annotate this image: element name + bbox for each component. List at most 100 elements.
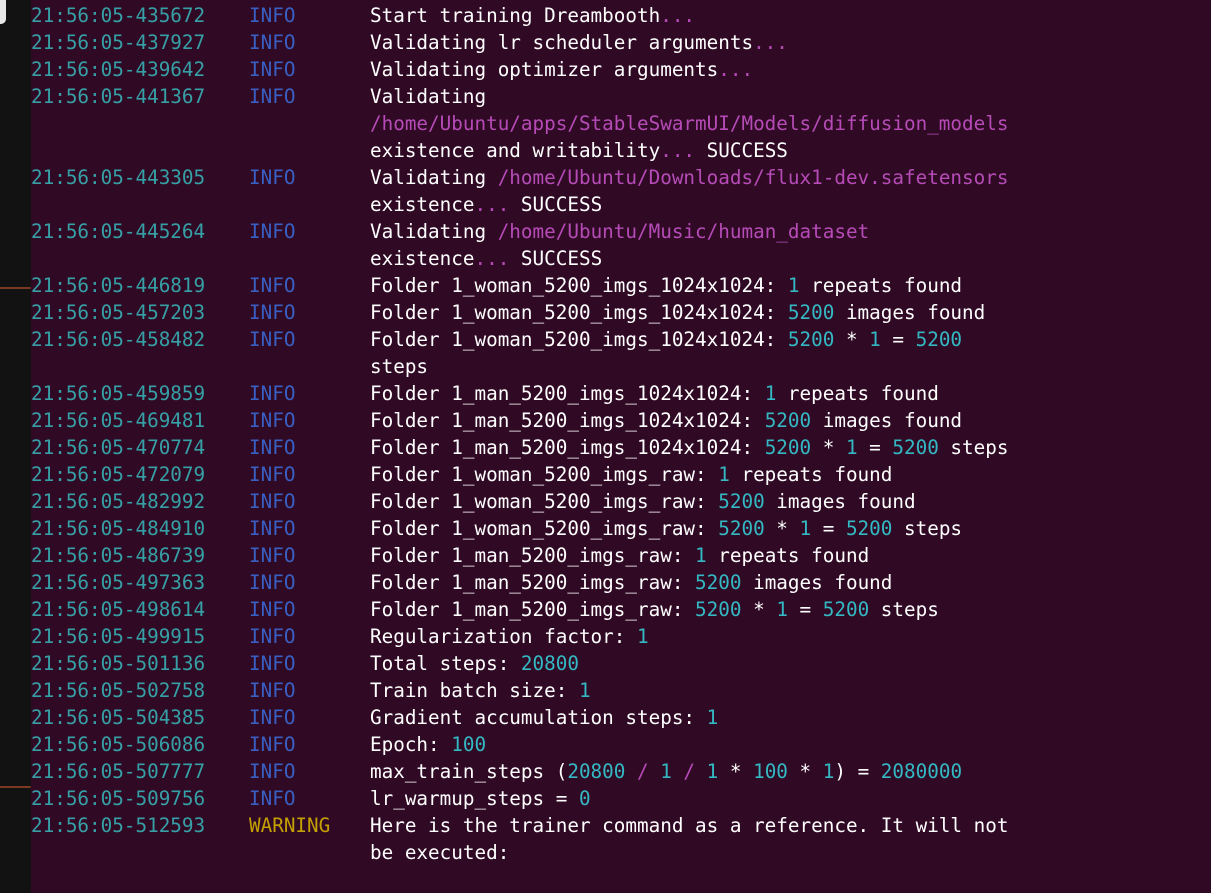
numeric-value: 0: [578, 787, 591, 810]
message-text: *: [834, 328, 870, 351]
numeric-value: 1: [695, 544, 707, 567]
message-text: SUCCESS: [509, 247, 603, 270]
log-entry: 21:56:05-458482 INFO Folder 1_woman_5200_i…: [31, 326, 1211, 380]
log-message-line: Validating lr scheduler arguments...: [370, 29, 1170, 56]
log-timestamp: 21:56:05-457203: [31, 301, 206, 324]
numeric-value: 20800: [567, 760, 626, 783]
numeric-value: 5200: [695, 598, 742, 621]
message-text: repeats found: [729, 463, 893, 486]
numeric-value: 100: [753, 760, 788, 783]
terminal-output[interactable]: 21:56:05-435672 INFO Start training Dreamb…: [31, 0, 1211, 893]
log-timestamp: 21:56:05-446819: [31, 274, 206, 297]
scroll-marker: [0, 287, 31, 289]
log-message: Validating optimizer arguments...: [370, 56, 1170, 83]
log-message: Start training Dreambooth...: [370, 2, 1170, 29]
numeric-value: 2080000: [880, 760, 963, 783]
message-text: Validating optimizer arguments: [370, 58, 719, 81]
log-message: Folder 1_woman_5200_imgs_1024x1024: 1 re…: [370, 272, 1170, 299]
numeric-value: 5200: [695, 571, 742, 594]
log-timestamp: 21:56:05-509756: [31, 787, 206, 810]
log-level: INFO: [249, 4, 296, 27]
message-text: Train batch size:: [370, 679, 579, 702]
log-timestamp: 21:56:05-445264: [31, 220, 206, 243]
log-message-line: Folder 1_woman_5200_imgs_1024x1024: 5200…: [370, 299, 1170, 326]
log-message-line: Total steps: 20800: [370, 650, 1170, 677]
log-message-line: Start training Dreambooth...: [370, 2, 1170, 29]
log-timestamp: 21:56:05-502758: [31, 679, 206, 702]
log-timestamp: 21:56:05-439642: [31, 58, 206, 81]
message-text: images found: [741, 571, 893, 594]
log-timestamp: 21:56:05-501136: [31, 652, 206, 675]
log-message-line: Folder 1_woman_5200_imgs_1024x1024: 1 re…: [370, 272, 1170, 299]
log-entry: 21:56:05-498614 INFO Folder 1_man_5200_img…: [31, 596, 1211, 623]
log-message: lr_warmup_steps = 0: [370, 785, 1170, 812]
numeric-value: 5200: [718, 517, 765, 540]
message-text: ...: [474, 247, 510, 270]
message-text: Folder 1_woman_5200_imgs_1024x1024:: [370, 274, 788, 297]
log-entry: 21:56:05-512593 WARNING Here is the traine…: [31, 812, 1211, 866]
log-entry: 21:56:05-459859 INFO Folder 1_man_5200_img…: [31, 380, 1211, 407]
message-text: Folder 1_woman_5200_imgs_raw:: [370, 490, 719, 513]
log-message: Folder 1_man_5200_imgs_1024x1024: 5200 *…: [370, 434, 1170, 461]
log-message: Folder 1_woman_5200_imgs_raw: 1 repeats …: [370, 461, 1170, 488]
log-message-line: Validating /home/Ubuntu/Downloads/flux1-…: [370, 164, 1170, 191]
log-message: Train batch size: 1: [370, 677, 1170, 704]
message-text: /: [625, 760, 661, 783]
numeric-value: 20800: [520, 652, 579, 675]
side-strip: [0, 0, 31, 893]
log-message-line: Folder 1_woman_5200_imgs_1024x1024: 5200…: [370, 326, 1170, 353]
log-entry: 21:56:05-443305 INFO Validating /home/Ubun…: [31, 164, 1211, 218]
log-entry: 21:56:05-506086 INFO Epoch: 100: [31, 731, 1211, 758]
message-text: existence: [370, 247, 475, 270]
log-timestamp: 21:56:05-497363: [31, 571, 206, 594]
log-entry: 21:56:05-484910 INFO Folder 1_woman_5200_i…: [31, 515, 1211, 542]
log-message: Validating lr scheduler arguments...: [370, 29, 1170, 56]
window-edge-tab[interactable]: [0, 0, 6, 24]
message-text: images found: [764, 490, 916, 513]
message-text: steps: [370, 355, 429, 378]
message-text: Epoch:: [370, 733, 452, 756]
log-entry: 21:56:05-507777 INFO max_train_steps (2080…: [31, 758, 1211, 785]
numeric-value: 1: [578, 679, 591, 702]
message-text: ...: [753, 31, 788, 54]
log-message: Here is the trainer command as a referen…: [370, 812, 1170, 866]
message-text: SUCCESS: [695, 139, 788, 162]
message-text: =: [787, 598, 823, 621]
log-level: INFO: [249, 85, 296, 108]
log-level: INFO: [249, 328, 296, 351]
message-text: max_train_steps (: [370, 760, 568, 783]
message-text: Gradient accumulation steps:: [370, 706, 707, 729]
log-level: INFO: [249, 706, 296, 729]
log-message: Folder 1_woman_5200_imgs_raw: 5200 * 1 =…: [370, 515, 1170, 542]
numeric-value: 1: [787, 274, 800, 297]
message-text: Here is the trainer command as a referen…: [370, 814, 1009, 837]
log-level: INFO: [249, 625, 296, 648]
log-entry: 21:56:05-497363 INFO Folder 1_man_5200_img…: [31, 569, 1211, 596]
message-text: ...: [474, 193, 510, 216]
message-text: steps: [938, 436, 1009, 459]
log-entry: 21:56:05-457203 INFO Folder 1_woman_5200_i…: [31, 299, 1211, 326]
message-text: SUCCESS: [509, 193, 603, 216]
file-path: /home/Ubuntu/Music/human_dataset: [497, 220, 870, 243]
numeric-value: 5200: [822, 598, 870, 621]
message-text: steps: [869, 598, 939, 621]
log-message-line: Epoch: 100: [370, 731, 1170, 758]
log-timestamp: 21:56:05-482992: [31, 490, 206, 513]
numeric-value: 5200: [915, 328, 963, 351]
log-message: Folder 1_man_5200_imgs_1024x1024: 5200 i…: [370, 407, 1170, 434]
message-text: Folder 1_man_5200_imgs_raw:: [370, 598, 696, 621]
log-message-line: Gradient accumulation steps: 1: [370, 704, 1170, 731]
message-text: Validating: [370, 220, 498, 243]
log-entry: 21:56:05-501136 INFO Total steps: 20800: [31, 650, 1211, 677]
message-text: *: [811, 436, 846, 459]
log-entry: 21:56:05-472079 INFO Folder 1_woman_5200_i…: [31, 461, 1211, 488]
numeric-value: 1: [822, 760, 835, 783]
message-text: ...: [718, 58, 754, 81]
log-timestamp: 21:56:05-484910: [31, 517, 206, 540]
numeric-value: 1: [660, 760, 672, 783]
numeric-value: 1: [776, 598, 788, 621]
log-message: Folder 1_woman_5200_imgs_1024x1024: 5200…: [370, 326, 1170, 380]
log-level: INFO: [249, 463, 296, 486]
log-message-line: Here is the trainer command as a referen…: [370, 812, 1170, 839]
message-text: /: [671, 760, 707, 783]
